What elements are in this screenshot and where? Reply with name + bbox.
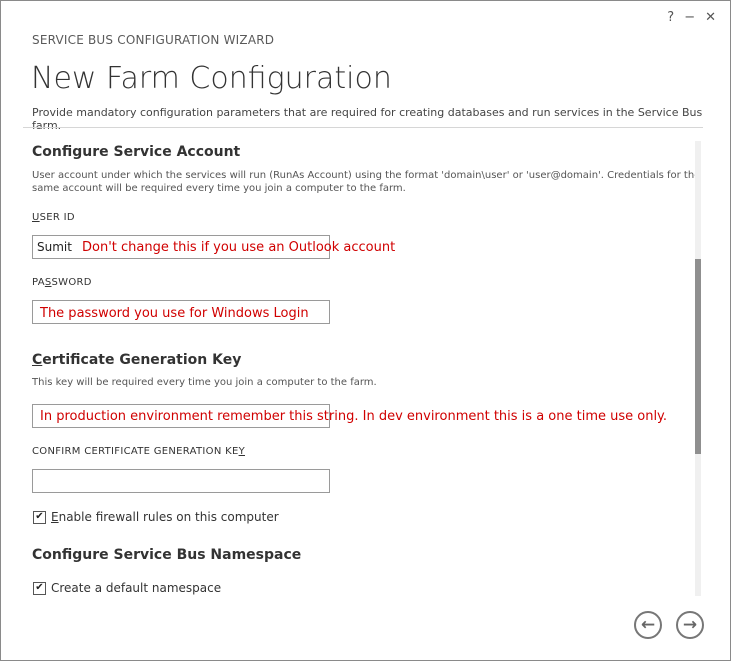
firewall-label-text: nable firewall rules on this computer [58,510,279,524]
next-arrow-icon: → [682,615,698,635]
service-account-description-line2: same account will be required every time… [32,183,406,194]
confirm-key-label: CONFIRM CERTIFICATE GENERATION KEY [32,446,245,457]
password-label-suffix: SWORD [51,277,92,288]
user-id-label-access-key: U [32,212,40,223]
certificate-description: This key will be required every time you… [32,377,377,388]
firewall-checkbox[interactable]: ✔ [33,511,46,524]
window-controls: ? − ✕ [667,11,716,25]
user-id-label-text: SER ID [39,212,75,223]
confirm-key-label-text: CONFIRM CERTIFICATE GENERATION KE [32,446,239,457]
password-label-prefix: PA [32,277,45,288]
password-label: PASSWORD [32,277,92,288]
wizard-title: SERVICE BUS CONFIGURATION WIZARD [32,33,275,47]
firewall-checkbox-label[interactable]: Enable firewall rules on this computer [51,510,279,524]
user-id-value: Sumit [37,240,72,254]
certificate-heading-text: ertificate Generation Key [42,352,242,368]
certificate-heading-access-key: C [32,352,43,368]
help-button[interactable]: ? [667,11,674,25]
firewall-label-access-key: E [51,510,59,524]
certificate-key-annotation: In production environment remember this … [40,409,668,424]
namespace-checkbox[interactable]: ✔ [33,582,46,595]
namespace-checkbox-label[interactable]: Create a default namespace [51,581,221,595]
page-subtitle: Provide mandatory configuration paramete… [32,106,703,132]
back-button[interactable]: ← [634,611,662,639]
password-annotation: The password you use for Windows Login [40,306,309,321]
service-account-description-line1: User account under which the services wi… [32,170,701,181]
header-divider [23,127,703,128]
next-button[interactable]: → [676,611,704,639]
scrollbar-thumb[interactable] [695,259,701,454]
user-id-annotation: Don't change this if you use an Outlook … [82,240,396,255]
certificate-heading: Certificate Generation Key [32,352,241,368]
confirm-key-label-access-key: Y [238,446,245,457]
close-button[interactable]: ✕ [705,11,716,25]
page-title: New Farm Configuration [31,61,392,96]
service-account-heading: Configure Service Account [32,144,241,160]
namespace-heading: Configure Service Bus Namespace [32,547,302,563]
password-label-access-key: S [44,277,52,288]
back-arrow-icon: ← [640,615,656,635]
confirm-key-input[interactable] [32,469,330,493]
user-id-label: USER ID [32,212,75,223]
minimize-button[interactable]: − [684,11,695,25]
wizard-window: ? − ✕ SERVICE BUS CONFIGURATION WIZARD N… [0,0,731,661]
